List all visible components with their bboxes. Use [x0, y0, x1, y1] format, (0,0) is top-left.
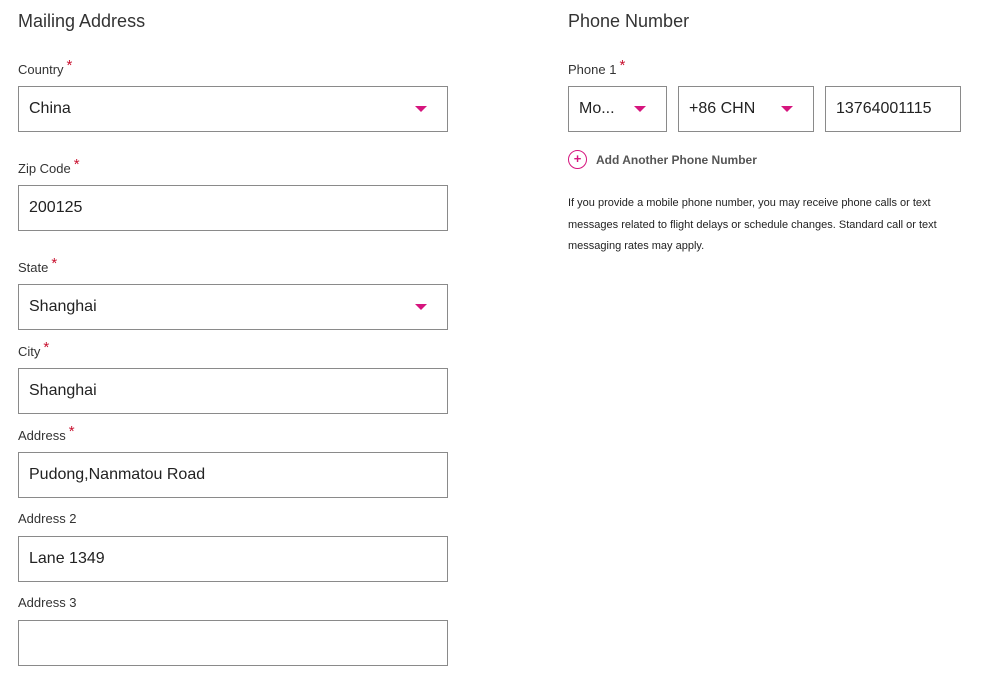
country-value: China	[29, 100, 71, 117]
required-marker: *	[66, 57, 73, 74]
chevron-down-icon	[415, 106, 427, 112]
city-label: City *	[18, 339, 49, 360]
required-marker: *	[43, 339, 50, 356]
phone1-label: Phone 1 *	[568, 57, 625, 78]
state-label-text: State	[18, 260, 49, 275]
country-code-select[interactable]: +86 CHN	[678, 86, 814, 132]
address-label-text: Address	[18, 428, 66, 443]
plus-circle-icon: +	[568, 150, 587, 169]
phone-type-value: Mo...	[579, 100, 615, 117]
address3-input[interactable]	[18, 620, 448, 666]
address-label: Address *	[18, 423, 75, 444]
city-input[interactable]: Shanghai	[18, 368, 448, 414]
address-input[interactable]: Pudong,Nanmatou Road	[18, 452, 448, 498]
add-phone-button[interactable]: + Add Another Phone Number	[568, 150, 757, 169]
zip-code-label: Zip Code *	[18, 156, 80, 177]
address2-input[interactable]: Lane 1349	[18, 536, 448, 582]
chevron-down-icon	[415, 304, 427, 310]
phone-number-input[interactable]: 13764001115	[825, 86, 961, 132]
city-label-text: City	[18, 344, 41, 359]
address2-value: Lane 1349	[29, 550, 105, 567]
chevron-down-icon	[634, 106, 646, 112]
phone1-label-text: Phone 1	[568, 62, 617, 77]
address2-label: Address 2	[18, 511, 77, 526]
zip-code-input[interactable]: 200125	[18, 185, 448, 231]
state-label: State *	[18, 255, 57, 276]
country-code-value: +86 CHN	[689, 100, 756, 117]
add-phone-label: Add Another Phone Number	[596, 152, 757, 167]
city-value: Shanghai	[29, 382, 97, 399]
phone-disclaimer: If you provide a mobile phone number, yo…	[568, 197, 937, 252]
required-marker: *	[51, 255, 58, 272]
country-label: Country *	[18, 57, 72, 78]
required-marker: *	[73, 156, 80, 173]
required-marker: *	[68, 423, 75, 440]
mailing-address-title: Mailing Address	[18, 11, 146, 31]
state-value: Shanghai	[29, 298, 97, 315]
chevron-down-icon	[781, 106, 793, 112]
country-label-text: Country	[18, 62, 64, 77]
address3-label: Address 3	[18, 595, 77, 610]
phone-number-value: 13764001115	[836, 100, 932, 117]
country-select[interactable]: China	[18, 86, 448, 132]
phone-number-title: Phone Number	[568, 11, 690, 31]
required-marker: *	[619, 57, 626, 74]
zip-code-value: 200125	[29, 199, 83, 216]
phone-type-select[interactable]: Mo...	[568, 86, 667, 132]
state-select[interactable]: Shanghai	[18, 284, 448, 330]
address-value: Pudong,Nanmatou Road	[29, 466, 206, 483]
zip-code-label-text: Zip Code	[18, 161, 71, 176]
